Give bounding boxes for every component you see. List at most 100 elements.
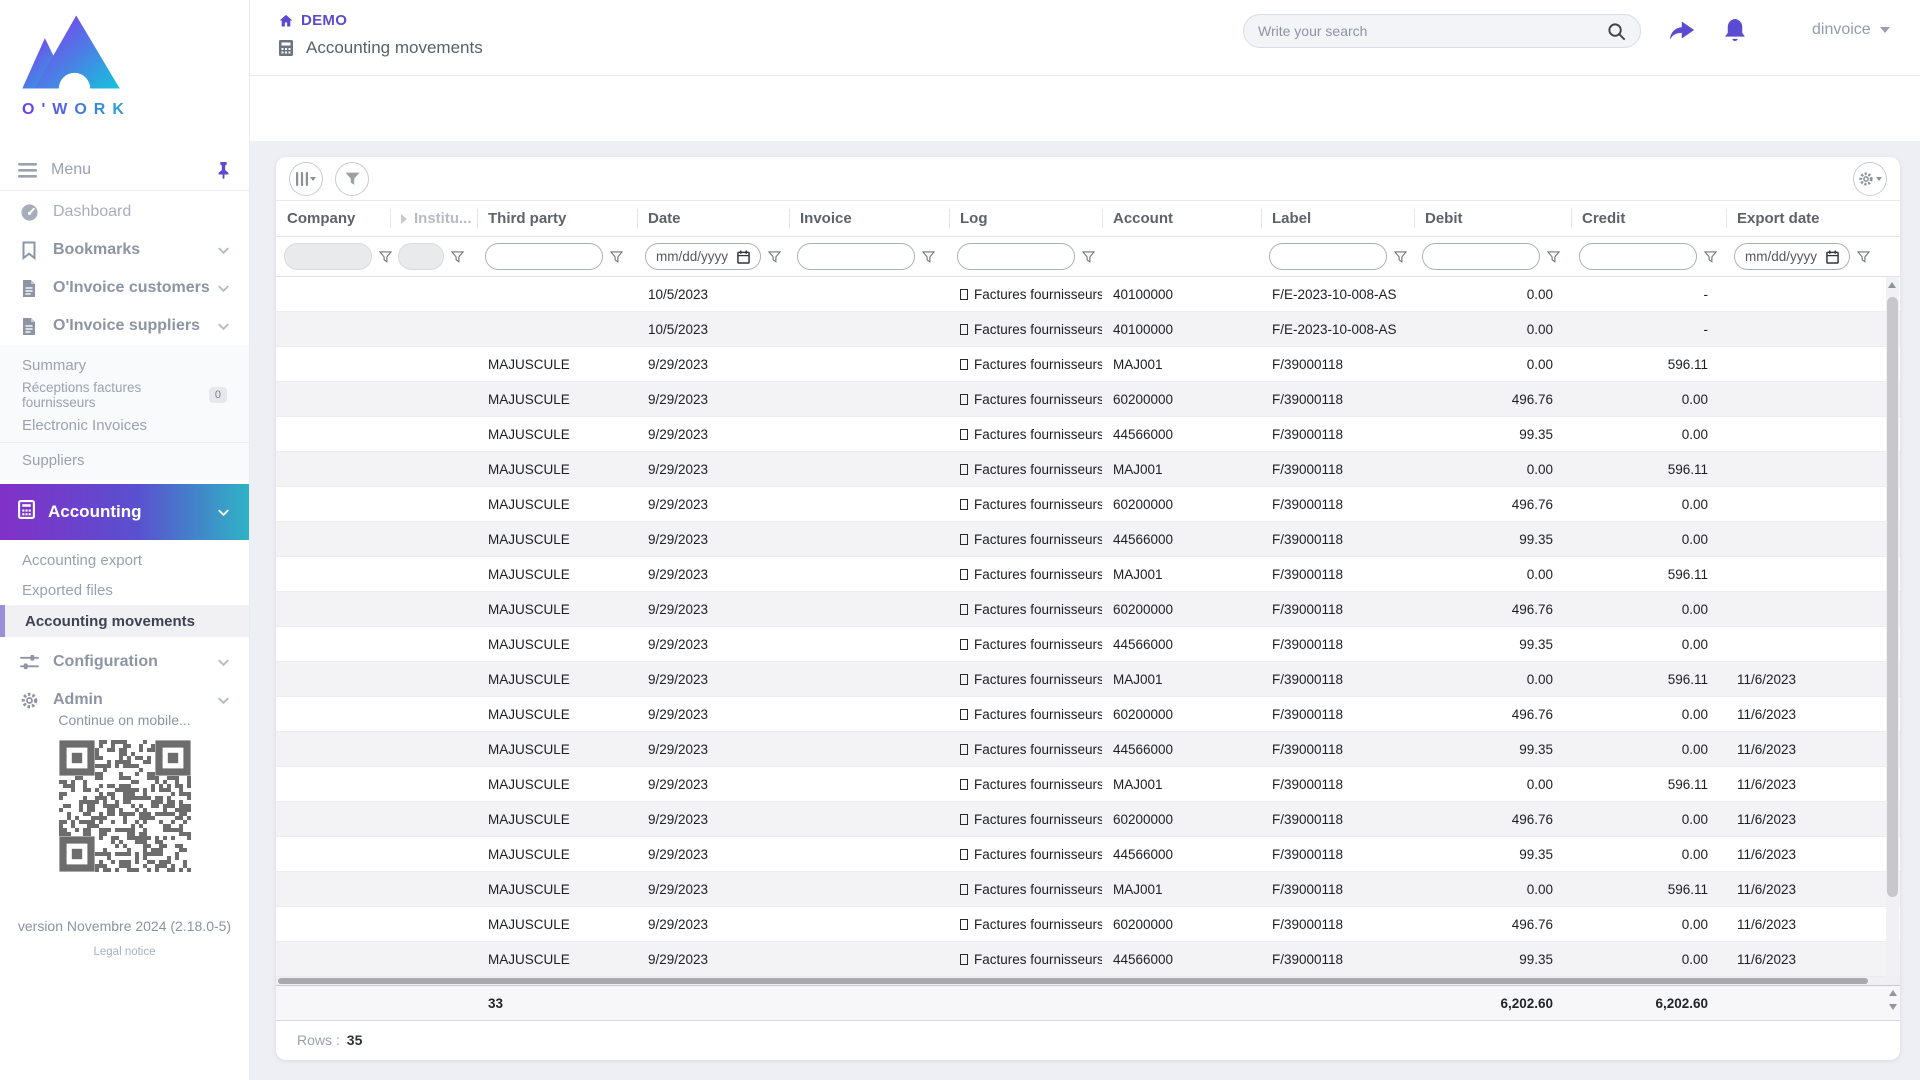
- totals-company: [276, 986, 390, 1020]
- columns-button[interactable]: [289, 161, 323, 196]
- sidebar-subitem-summary[interactable]: Summary: [0, 350, 249, 380]
- search-bar[interactable]: [1243, 14, 1641, 48]
- search-input[interactable]: [1258, 23, 1607, 39]
- funnel-icon[interactable]: [1857, 250, 1870, 263]
- column-header-debit[interactable]: Debit: [1414, 201, 1571, 236]
- column-header-export-date[interactable]: Export date: [1726, 201, 1900, 236]
- cell-third_party: MAJUSCULE: [488, 916, 570, 932]
- funnel-icon[interactable]: [610, 250, 623, 263]
- user-menu[interactable]: dinvoice: [1812, 21, 1890, 39]
- sidebar-item-label: Bookmarks: [53, 241, 141, 258]
- table-row[interactable]: MAJUSCULE 9/29/2023 Factures fournisseurs 4…: [276, 522, 1900, 557]
- breadcrumb-root[interactable]: DEMO: [278, 12, 483, 29]
- filter-button[interactable]: [335, 161, 369, 196]
- scroll-up-arrow-icon[interactable]: [1889, 990, 1897, 996]
- column-header-invoice[interactable]: Invoice: [789, 201, 949, 236]
- scroll-down-arrow-icon[interactable]: [1889, 1004, 1897, 1010]
- bell-icon[interactable]: [1722, 17, 1748, 45]
- cell-third_party: MAJUSCULE: [488, 356, 570, 372]
- table-row[interactable]: MAJUSCULE 9/29/2023 Factures fournisseurs 4…: [276, 417, 1900, 452]
- sidebar-item-configuration[interactable]: Configuration: [0, 643, 249, 681]
- debit-filter-input[interactable]: [1422, 243, 1540, 270]
- invoice-filter-input[interactable]: [797, 243, 915, 270]
- pin-icon[interactable]: [216, 161, 231, 179]
- sidebar-item-label: O'Invoice suppliers: [53, 317, 200, 334]
- table-row[interactable]: MAJUSCULE 9/29/2023 Factures fournisseurs 4…: [276, 942, 1900, 977]
- funnel-icon[interactable]: [922, 250, 935, 263]
- funnel-icon[interactable]: [1547, 250, 1560, 263]
- column-header-log[interactable]: Log: [949, 201, 1102, 236]
- horizontal-scrollbar-thumb[interactable]: [278, 978, 1868, 984]
- table-row[interactable]: MAJUSCULE 9/29/2023 Factures fournisseurs M…: [276, 767, 1900, 802]
- cell-company: [276, 872, 390, 906]
- table-row[interactable]: MAJUSCULE 9/29/2023 Factures fournisseurs 6…: [276, 592, 1900, 627]
- brand-name: O'WORK: [22, 101, 146, 119]
- date-filter-input[interactable]: mm/dd/yyyy: [645, 243, 761, 270]
- cell-date: 9/29/2023: [648, 811, 709, 827]
- sidebar-subitem-accounting-export[interactable]: Accounting export: [0, 545, 249, 575]
- sidebar-subitem-electronic-invoices[interactable]: Electronic Invoices: [0, 410, 249, 440]
- export-date-filter-input[interactable]: mm/dd/yyyy: [1734, 243, 1850, 270]
- funnel-icon[interactable]: [451, 250, 464, 263]
- column-header-third-party[interactable]: Third party: [477, 201, 637, 236]
- cell-export_date: 11/6/2023: [1737, 671, 1797, 687]
- share-icon[interactable]: [1668, 17, 1698, 43]
- table-row[interactable]: MAJUSCULE 9/29/2023 Factures fournisseurs M…: [276, 662, 1900, 697]
- table-row[interactable]: MAJUSCULE 9/29/2023 Factures fournisseurs 6…: [276, 382, 1900, 417]
- sidebar-item-bookmarks[interactable]: Bookmarks: [0, 231, 249, 269]
- table-settings-button[interactable]: [1853, 161, 1887, 196]
- sidebar-item-oinvoice-customers[interactable]: O'Invoice customers: [0, 269, 249, 307]
- funnel-icon[interactable]: [1704, 250, 1717, 263]
- column-header-label[interactable]: Label: [1261, 201, 1414, 236]
- sidebar-subitem-accounting-movements[interactable]: Accounting movements: [0, 605, 249, 637]
- table-row[interactable]: 10/5/2023 Factures fournisseurs 40100000 F/…: [276, 312, 1900, 347]
- cell-date: 9/29/2023: [648, 566, 709, 582]
- column-header-date[interactable]: Date: [637, 201, 789, 236]
- calendar-icon[interactable]: [1826, 250, 1839, 264]
- credit-filter-input[interactable]: [1579, 243, 1697, 270]
- log-filter-input[interactable]: [957, 243, 1075, 270]
- table-row[interactable]: MAJUSCULE 9/29/2023 Factures fournisseurs M…: [276, 347, 1900, 382]
- sidebar-item-oinvoice-suppliers[interactable]: O'Invoice suppliers: [0, 307, 249, 345]
- count-badge: 0: [208, 387, 227, 403]
- sidebar-item-accounting[interactable]: Accounting: [0, 484, 249, 540]
- cell-label: F/39000118: [1272, 356, 1344, 372]
- third-party-filter-input[interactable]: [485, 243, 603, 270]
- sidebar-item-label: O'Invoice customers: [53, 279, 210, 296]
- cell-export_date: 11/6/2023: [1737, 951, 1797, 967]
- table-row[interactable]: MAJUSCULE 9/29/2023 Factures fournisseurs M…: [276, 557, 1900, 592]
- column-header-institution[interactable]: Institu...: [390, 201, 477, 236]
- filter-third-party: [477, 243, 637, 270]
- funnel-icon[interactable]: [1082, 250, 1095, 263]
- funnel-icon[interactable]: [768, 250, 781, 263]
- cell-log: Factures fournisseurs: [949, 767, 1102, 801]
- table-row[interactable]: MAJUSCULE 9/29/2023 Factures fournisseurs M…: [276, 872, 1900, 907]
- vertical-scrollbar-thumb[interactable]: [1887, 297, 1898, 897]
- sidebar-subitem-receptions-factures[interactable]: Réceptions factures fournisseurs 0: [0, 380, 249, 410]
- table-row[interactable]: MAJUSCULE 9/29/2023 Factures fournisseurs 6…: [276, 802, 1900, 837]
- table-row[interactable]: MAJUSCULE 9/29/2023 Factures fournisseurs 6…: [276, 907, 1900, 942]
- table-row[interactable]: MAJUSCULE 9/29/2023 Factures fournisseurs 4…: [276, 732, 1900, 767]
- table-row[interactable]: MAJUSCULE 9/29/2023 Factures fournisseurs 6…: [276, 697, 1900, 732]
- table-row[interactable]: MAJUSCULE 9/29/2023 Factures fournisseurs 6…: [276, 487, 1900, 522]
- table-row[interactable]: MAJUSCULE 9/29/2023 Factures fournisseurs 4…: [276, 627, 1900, 662]
- sidebar-item-dashboard[interactable]: Dashboard: [0, 193, 249, 231]
- table-header: Company Institu... Third party Date Invo…: [276, 201, 1900, 237]
- table-row[interactable]: MAJUSCULE 9/29/2023 Factures fournisseurs 4…: [276, 837, 1900, 872]
- table-row[interactable]: MAJUSCULE 9/29/2023 Factures fournisseurs M…: [276, 452, 1900, 487]
- column-header-credit[interactable]: Credit: [1571, 201, 1726, 236]
- search-icon[interactable]: [1607, 22, 1626, 41]
- table-row[interactable]: 10/5/2023 Factures fournisseurs 40100000 F/…: [276, 277, 1900, 312]
- cell-date: 9/29/2023: [648, 461, 709, 477]
- column-header-account[interactable]: Account: [1102, 201, 1261, 236]
- calendar-icon[interactable]: [737, 250, 750, 264]
- scroll-up-arrow-icon[interactable]: [1888, 282, 1896, 288]
- sidebar-subitem-exported-files[interactable]: Exported files: [0, 575, 249, 605]
- legal-notice-link[interactable]: Legal notice: [0, 946, 249, 958]
- cell-third_party: MAJUSCULE: [488, 461, 570, 477]
- label-filter-input[interactable]: [1269, 243, 1387, 270]
- funnel-icon[interactable]: [1394, 250, 1407, 263]
- sidebar-subitem-suppliers[interactable]: Suppliers: [0, 445, 249, 475]
- hamburger-icon[interactable]: [18, 162, 37, 178]
- column-header-company[interactable]: Company: [276, 201, 390, 236]
